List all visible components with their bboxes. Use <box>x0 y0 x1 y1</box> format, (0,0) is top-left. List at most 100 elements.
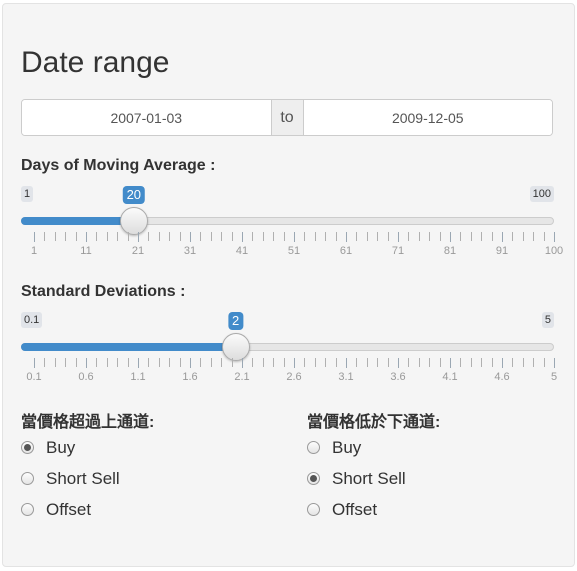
slider-minor-tick <box>491 232 493 241</box>
radio-label: Offset <box>46 499 92 519</box>
slider-minor-tick <box>314 232 316 241</box>
slider-tick-label: 4.6 <box>494 371 510 383</box>
radio-button[interactable] <box>307 503 320 516</box>
slider-tick-label: 41 <box>235 245 249 257</box>
slider-minor-tick <box>44 358 46 367</box>
slider-minor-tick <box>231 232 233 241</box>
radio-label: Short Sell <box>46 468 120 488</box>
slider-tick-label: 51 <box>287 245 301 257</box>
radio-label: Offset <box>332 499 378 519</box>
slider-minor-tick <box>273 358 275 367</box>
slider-minor-tick <box>75 232 77 241</box>
slider-minor-tick <box>356 358 358 367</box>
slider-minor-tick <box>418 232 420 241</box>
slider-minor-tick <box>429 358 431 367</box>
slider-minor-tick <box>325 358 327 367</box>
slider-handle[interactable] <box>119 207 148 235</box>
slider-minor-tick <box>377 232 379 241</box>
slider-fill <box>21 343 236 351</box>
slider-major-tick <box>34 232 35 242</box>
radio-label: Short Sell <box>332 468 406 488</box>
std-dev-label: Standard Deviations : <box>21 283 186 300</box>
slider-minor-tick <box>262 232 264 241</box>
slider-major-tick <box>450 358 451 368</box>
slider-major-tick <box>294 232 295 242</box>
radio-button[interactable] <box>307 472 320 485</box>
slider-minor-tick <box>106 358 108 367</box>
slider-major-tick <box>294 358 295 368</box>
slider-minor-tick <box>335 358 337 367</box>
radio-option-short-sell[interactable]: Short Sell <box>307 463 440 494</box>
slider-tick-label: 11 <box>80 245 92 257</box>
date-range-title: Date range <box>21 46 170 79</box>
slider-handle[interactable] <box>221 333 250 361</box>
radio-label: Buy <box>46 437 76 457</box>
radio-button[interactable] <box>307 441 320 454</box>
slider-minor-tick <box>54 358 56 367</box>
slider-major-tick <box>34 358 35 368</box>
slider-minor-tick <box>304 358 306 367</box>
slider-minor-tick <box>439 358 441 367</box>
slider-minor-tick <box>377 358 379 367</box>
slider-minor-tick <box>210 232 212 241</box>
slider-major-tick <box>502 232 503 242</box>
slider-minor-tick <box>533 232 535 241</box>
upper-channel-group: 當價格超過上通道: Buy Short Sell Offset <box>21 408 154 525</box>
radio-option-buy[interactable]: Buy <box>307 432 440 463</box>
slider-tick-label: 21 <box>131 245 145 257</box>
slider-tick-label: 4.1 <box>442 371 458 383</box>
slider-major-tick <box>346 358 347 368</box>
slider-minor-tick <box>96 358 98 367</box>
slider-minor-tick <box>366 232 368 241</box>
slider-minor-tick <box>75 358 77 367</box>
slider-minor-tick <box>418 358 420 367</box>
slider-tick-label: 0.6 <box>78 371 94 383</box>
slider-tick-label: 0.1 <box>26 371 42 383</box>
radio-button[interactable] <box>21 441 34 454</box>
slider-tick-label: 2.6 <box>286 371 302 383</box>
slider-major-tick <box>346 232 347 242</box>
slider-max-label: 100 <box>529 186 554 202</box>
slider-major-tick <box>242 232 243 242</box>
slider-tick-label: 1 <box>30 245 38 257</box>
slider-minor-tick <box>221 232 223 241</box>
slider-minor-tick <box>387 232 389 241</box>
slider-minor-tick <box>200 358 202 367</box>
radio-option-offset[interactable]: Offset <box>21 494 154 525</box>
slider-minor-tick <box>429 232 431 241</box>
slider-minor-tick <box>96 232 98 241</box>
slider-minor-tick <box>491 358 493 367</box>
slider-major-tick <box>190 232 191 242</box>
radio-button[interactable] <box>21 472 34 485</box>
slider-minor-tick <box>543 358 545 367</box>
slider-minor-tick <box>439 232 441 241</box>
slider-major-tick <box>554 232 555 242</box>
slider-minor-tick <box>335 232 337 241</box>
slider-major-tick <box>398 358 399 368</box>
slider-minor-tick <box>408 358 410 367</box>
slider-minor-tick <box>44 232 46 241</box>
slider-major-tick <box>502 358 503 368</box>
slider-minor-tick <box>470 232 472 241</box>
end-date-input[interactable] <box>303 100 552 135</box>
slider-major-tick <box>242 358 243 368</box>
slider-minor-tick <box>221 358 223 367</box>
slider-minor-tick <box>148 232 150 241</box>
slider-minor-tick <box>481 232 483 241</box>
slider-minor-tick <box>356 232 358 241</box>
slider-tick-label: 5 <box>550 371 558 383</box>
slider-major-tick <box>138 358 139 368</box>
slider-minor-tick <box>512 232 514 241</box>
slider-minor-tick <box>314 358 316 367</box>
slider-minor-tick <box>127 232 129 241</box>
slider-minor-tick <box>231 358 233 367</box>
start-date-input[interactable] <box>22 100 271 135</box>
slider-minor-tick <box>408 232 410 241</box>
radio-option-short-sell[interactable]: Short Sell <box>21 463 154 494</box>
slider-minor-tick <box>304 232 306 241</box>
radio-button[interactable] <box>21 503 34 516</box>
slider-tick-label: 61 <box>339 245 353 257</box>
radio-option-buy[interactable]: Buy <box>21 432 154 463</box>
radio-option-offset[interactable]: Offset <box>307 494 440 525</box>
slider-minor-tick <box>366 358 368 367</box>
